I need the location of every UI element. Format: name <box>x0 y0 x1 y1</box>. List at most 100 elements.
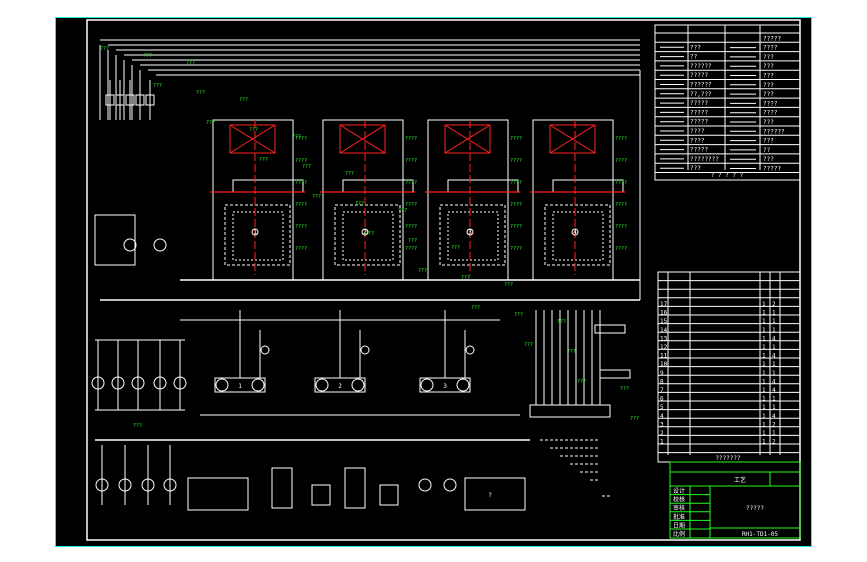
part-quantity: 1 <box>762 421 766 428</box>
pump-icon <box>465 345 475 355</box>
water-tank <box>464 477 526 511</box>
exchanger-end <box>215 378 229 392</box>
pipe-tag: ???? <box>615 202 627 208</box>
part-number: 12 <box>660 344 668 351</box>
salt-tank <box>153 238 167 252</box>
legend-label: ??? <box>763 54 774 61</box>
part-number: 3 <box>660 421 664 428</box>
part-quantity: 1 <box>762 404 766 411</box>
pipe-annotation: ??? <box>249 127 258 133</box>
furnace <box>447 211 499 261</box>
tank-label: ? <box>488 492 492 499</box>
cad-viewport[interactable]: ????????????????????????,???????????????… <box>0 0 867 562</box>
legend-label: ????? <box>763 35 781 42</box>
pump-icon <box>418 478 432 492</box>
part-quantity: 1 <box>762 327 766 334</box>
legend-label: ???? <box>690 128 705 135</box>
part-quantity: 1 <box>762 318 766 325</box>
boiler-frame <box>212 119 294 281</box>
title-role: 设计 <box>673 487 685 495</box>
part-count: 1 <box>772 430 776 437</box>
exchanger-label: 2 <box>338 383 342 390</box>
stage-label: 工艺 <box>734 476 746 484</box>
part-count: 2 <box>772 421 776 428</box>
part-number: 4 <box>660 413 664 420</box>
pipe-tag: ???? <box>295 202 307 208</box>
legend-label: ??? <box>763 73 774 80</box>
part-number: 1 <box>660 439 664 446</box>
boiler-body <box>439 204 506 266</box>
valve-station <box>599 369 631 379</box>
title-role: 批准 <box>673 513 685 521</box>
part-number: 5 <box>660 404 664 411</box>
part-count: 1 <box>772 370 776 377</box>
pipe-annotation: ??? <box>345 171 354 177</box>
pipe-annotation: ??? <box>239 97 248 103</box>
part-quantity: 1 <box>762 361 766 368</box>
pipe-tag: ???? <box>615 180 627 186</box>
part-number: 6 <box>660 396 664 403</box>
parts-footer: ??????? <box>715 455 741 462</box>
exchanger-label: 3 <box>443 383 447 390</box>
exchanger-end <box>251 378 265 392</box>
legend-label: ?????? <box>690 63 712 70</box>
part-count: 4 <box>772 387 776 394</box>
part-quantity: 1 <box>762 387 766 394</box>
pipe-annotation: ??? <box>451 245 460 251</box>
boiler-body <box>224 204 291 266</box>
part-quantity: 1 <box>762 378 766 385</box>
pipe-annotation: ??? <box>133 423 142 429</box>
pipe-tag: ???? <box>405 224 417 230</box>
pipe-tag: ???? <box>615 136 627 142</box>
furnace <box>232 211 284 261</box>
part-count: 1 <box>772 310 776 317</box>
boiler-body <box>544 204 611 266</box>
legend-footer: ? ? ? ? ? <box>711 172 744 179</box>
legend-label: ???? <box>763 45 778 52</box>
part-number: 8 <box>660 378 664 385</box>
boiler-frame <box>322 119 404 281</box>
legend-label: ??? <box>690 165 701 172</box>
pipe-tag: ???? <box>405 136 417 142</box>
pipe-tag: ???? <box>405 246 417 252</box>
boiler-frame <box>427 119 509 281</box>
legend-label: ????? <box>690 147 708 154</box>
part-number: 14 <box>660 327 668 334</box>
pipe-annotation: ??? <box>196 90 205 96</box>
pipe-tag: ???? <box>615 246 627 252</box>
legend-label: ???????? <box>690 156 719 163</box>
part-number: 15 <box>660 318 668 325</box>
part-quantity: 1 <box>762 353 766 360</box>
pipe-annotation: ??? <box>630 416 639 422</box>
pipe-annotation: ??? <box>418 268 427 274</box>
part-count: 4 <box>772 378 776 385</box>
exchanger-end <box>351 378 365 392</box>
pipe-tag: ???? <box>510 202 522 208</box>
pipe-annotation: ??? <box>567 349 576 355</box>
pipe-tag: ???? <box>510 246 522 252</box>
pipe-annotation: ??? <box>302 164 311 170</box>
pump-icon <box>443 478 457 492</box>
title-role: 审核 <box>673 504 685 512</box>
part-count: 1 <box>772 361 776 368</box>
legend-label: ??? <box>763 156 774 163</box>
legend-label: ????? <box>690 109 708 116</box>
part-count: 2 <box>772 301 776 308</box>
part-quantity: 1 <box>762 310 766 317</box>
part-count: 2 <box>772 439 776 446</box>
part-quantity: 1 <box>762 439 766 446</box>
exchanger-end <box>315 378 329 392</box>
part-quantity: 1 <box>762 335 766 342</box>
exchanger-label: 1 <box>238 383 242 390</box>
pipe-tag: ???? <box>615 158 627 164</box>
boiler-label: 3 <box>468 229 472 236</box>
pipe-annotation: ??? <box>471 305 480 311</box>
part-number: 9 <box>660 370 664 377</box>
part-count: 4 <box>772 353 776 360</box>
pipe-annotation: ??? <box>312 194 321 200</box>
part-number: 2 <box>660 430 664 437</box>
part-number: 16 <box>660 310 668 317</box>
part-number: 7 <box>660 387 664 394</box>
pipe-tag: ???? <box>510 224 522 230</box>
legend-label: ??? <box>690 44 701 51</box>
